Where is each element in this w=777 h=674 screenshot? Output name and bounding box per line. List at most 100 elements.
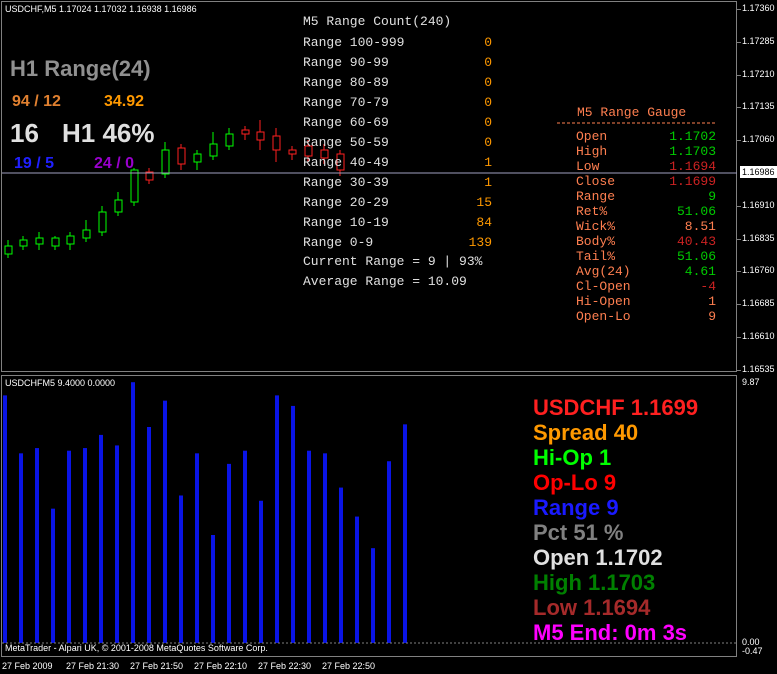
histogram-bar: [243, 450, 247, 643]
price-tick-mark: [737, 238, 741, 240]
price-tick: 1.17135: [742, 101, 775, 112]
range-count-label: Range 0-9: [303, 235, 374, 250]
candle-body: [114, 199, 123, 213]
histogram-bar: [259, 500, 263, 643]
candle-body: [35, 237, 44, 245]
range-count-label: Range 100-999: [303, 35, 405, 50]
range-count-value: 0: [484, 35, 492, 50]
info-line: High 1.1703: [533, 570, 656, 595]
gauge-row: Hi-Open 1: [576, 294, 716, 309]
range-count-title: M5 Range Count(240): [303, 14, 452, 29]
histogram-bar: [83, 448, 87, 643]
range-count-value: 1: [484, 175, 492, 190]
histogram-bar: [387, 461, 391, 643]
histogram-bar: [211, 534, 215, 643]
gauge-row: Close 1.1699: [576, 174, 716, 189]
histogram-bar: [179, 495, 183, 643]
range-count-row: Range 90-99 0: [303, 53, 543, 73]
histogram-bar: [371, 548, 375, 643]
time-label: 27 Feb 2009: [2, 661, 53, 671]
info-line: USDCHF 1.1699: [533, 395, 699, 420]
h1-counts: 94 / 12: [12, 93, 61, 110]
indicator-axis-bottom: -0.47: [742, 646, 763, 656]
range-count-row: Range 10-19 84: [303, 213, 543, 233]
range-count-row: Range 70-79 0: [303, 93, 543, 113]
range-count-label: Range 80-89: [303, 75, 389, 90]
copyright: MetaTrader - Alpari UK, © 2001-2008 Meta…: [5, 643, 268, 653]
symbol-header: USDCHF,M5 1.17024 1.17032 1.16938 1.1698…: [5, 4, 197, 14]
range-count-label: Range 50-59: [303, 135, 389, 150]
range-count-row: Range 40-49 1: [303, 153, 543, 173]
average-range: Average Range = 10.09: [303, 274, 467, 289]
gauge-label: Close: [576, 174, 616, 189]
candle-body: [272, 135, 281, 151]
gauge-label: Range: [576, 189, 616, 204]
gauge-value: 51.06: [676, 249, 716, 264]
gauge-row: Avg(24) 4.61: [576, 264, 716, 279]
info-line: M5 End: 0m 3s: [533, 620, 688, 645]
range-count-value: 0: [484, 55, 492, 70]
price-tick: 1.17060: [742, 134, 775, 145]
gauge-value: 8.51: [684, 219, 716, 234]
h1-average: 34.92: [104, 93, 145, 110]
price-tick: 1.16835: [742, 232, 775, 243]
histogram-bar: [99, 434, 103, 643]
h1-percent: H1 46%: [62, 118, 155, 148]
price-tick: 1.16685: [742, 298, 775, 309]
range-count-label: Range 10-19: [303, 215, 389, 230]
gauge-row: Cl-Open -4: [576, 279, 716, 294]
gauge-value: 1.1702: [669, 129, 716, 144]
gauge-row: Open-Lo 9: [576, 309, 716, 324]
range-count-value: 0: [484, 95, 492, 110]
histogram-bar: [195, 453, 199, 643]
indicator-axis-top: 9.87: [742, 377, 760, 387]
gauge-value: 1.1699: [669, 174, 716, 189]
range-count-value: 15: [476, 195, 492, 210]
histogram-bar: [355, 516, 359, 643]
price-tick: 1.17210: [742, 68, 775, 79]
price-tick: 1.17360: [742, 3, 775, 13]
range-count-value: 139: [468, 235, 492, 250]
histogram-bar: [131, 382, 135, 643]
range-count-value: 1: [484, 155, 492, 170]
info-line: Op-Lo 9: [533, 470, 617, 495]
candle-body: [66, 235, 75, 245]
current-range: Current Range = 9 | 93%: [303, 254, 483, 269]
histogram-bar: [51, 508, 55, 643]
candle-body: [225, 133, 234, 147]
range-count-label: Range 60-69: [303, 115, 389, 130]
candle-body: [19, 239, 28, 247]
candle-body: [209, 143, 218, 157]
price-tick: 1.17285: [742, 35, 775, 46]
price-tick-mark: [737, 271, 741, 273]
range-count-label: Range 70-79: [303, 95, 389, 110]
range-histogram: [3, 382, 407, 643]
gauge-label: Open: [576, 129, 608, 144]
info-line: Pct 51 %: [533, 520, 624, 545]
info-line: Low 1.1694: [533, 595, 651, 620]
candle-body: [51, 237, 60, 247]
gauge-value: 4.61: [684, 264, 716, 279]
range-count-row: Range 80-89 0: [303, 73, 543, 93]
range-count-value: 0: [484, 135, 492, 150]
range-count-row: Range 20-29 15: [303, 193, 543, 213]
range-count-value: 0: [484, 115, 492, 130]
candle-body: [161, 149, 170, 175]
time-label: 27 Feb 21:50: [130, 661, 184, 671]
gauge-label: Tail%: [576, 249, 616, 264]
histogram-bar: [67, 450, 71, 643]
price-tick-mark: [737, 74, 741, 76]
gauge-value: 1.1703: [669, 144, 716, 159]
histogram-bar: [227, 463, 231, 643]
candle-body: [130, 169, 139, 203]
candlesticks: [4, 120, 345, 258]
range-count-value: 0: [484, 75, 492, 90]
gauge-row: Body% 40.43: [576, 234, 716, 249]
histogram-bar: [19, 453, 23, 643]
info-line: Hi-Op 1: [533, 445, 612, 470]
candle-body: [241, 129, 250, 135]
candle-body: [4, 245, 13, 255]
gauge-row: High 1.1703: [576, 144, 716, 159]
gauge-label: Hi-Open: [576, 294, 631, 309]
gauge-value: 9: [708, 189, 716, 204]
